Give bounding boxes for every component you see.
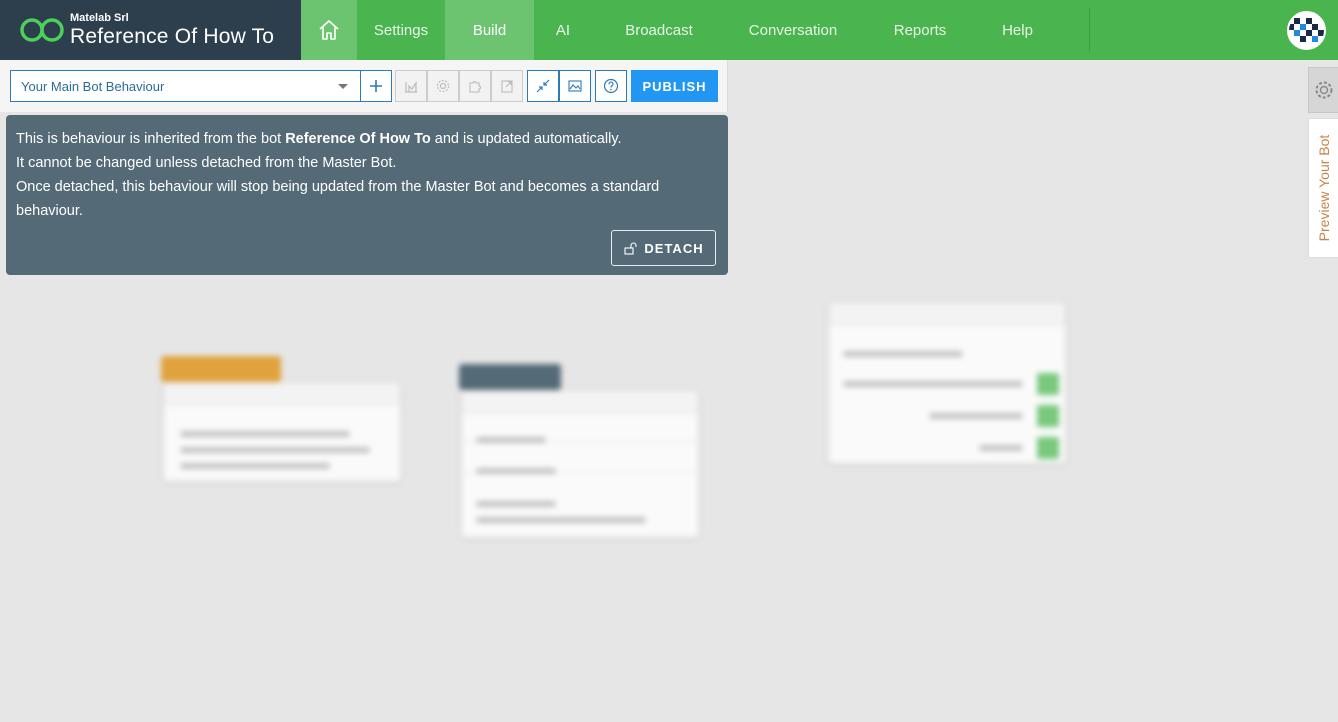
- node-text-line: [843, 351, 963, 357]
- nav-reports[interactable]: Reports: [860, 0, 980, 60]
- chevron-down-icon: [338, 84, 348, 89]
- flow-node-start[interactable]: [461, 390, 699, 538]
- notice-line-1: This is behaviour is inherited from the …: [16, 127, 718, 151]
- node-quick-reply-button[interactable]: [1037, 437, 1059, 459]
- main-nav: Settings Build AI Broadcast Conversation…: [301, 0, 1055, 60]
- brand-company: Matelab Srl: [70, 12, 129, 24]
- preview-your-bot-tab[interactable]: Preview Your Bot: [1308, 118, 1338, 258]
- export-icon: [501, 80, 513, 93]
- flow-node-interaction[interactable]: [828, 302, 1066, 464]
- unlock-icon: [624, 241, 637, 255]
- node-text-line: [843, 381, 1023, 387]
- node-text-line: [476, 468, 556, 474]
- stats-button[interactable]: [395, 70, 427, 102]
- nav-conversation[interactable]: Conversation: [726, 0, 860, 60]
- node-header: [829, 303, 1065, 325]
- notice-line-1-prefix: This is behaviour is inherited from the …: [16, 131, 286, 147]
- node-text-line: [180, 431, 350, 437]
- user-avatar[interactable]: [1287, 11, 1326, 50]
- notice-line-1-suffix: and is updated automatically.: [430, 131, 622, 147]
- checkered-avatar-icon: [1289, 13, 1324, 48]
- nav-ai[interactable]: AI: [534, 0, 592, 60]
- preview-tab-label: Preview Your Bot: [1315, 134, 1332, 242]
- node-tag-dark: [459, 364, 561, 390]
- detach-button[interactable]: DETACH: [611, 230, 716, 266]
- image-view-button[interactable]: [559, 70, 591, 102]
- node-text-line: [476, 501, 556, 507]
- behaviour-select-value: Your Main Bot Behaviour: [21, 78, 165, 94]
- nav-settings[interactable]: Settings: [357, 0, 445, 60]
- nav-build[interactable]: Build: [445, 0, 534, 60]
- detach-label: DETACH: [644, 240, 704, 256]
- notice-line-2: It cannot be changed unless detached fro…: [16, 155, 397, 171]
- nav-help[interactable]: Help: [980, 0, 1055, 60]
- brand-area[interactable]: Matelab Srl Reference Of How To: [0, 0, 301, 60]
- collapse-button[interactable]: [527, 70, 559, 102]
- add-behaviour-button[interactable]: [360, 70, 392, 102]
- node-quick-reply-button[interactable]: [1037, 373, 1059, 395]
- image-icon: [568, 80, 582, 92]
- behaviour-toolbar: Your Main Bot Behaviour PUBLISH: [0, 60, 728, 112]
- export-button[interactable]: [491, 70, 523, 102]
- nav-divider: [1089, 8, 1090, 52]
- nav-broadcast[interactable]: Broadcast: [592, 0, 726, 60]
- node-quick-reply-button[interactable]: [1037, 405, 1059, 427]
- publish-button[interactable]: PUBLISH: [631, 70, 718, 102]
- settings-button[interactable]: [427, 70, 459, 102]
- help-button[interactable]: [595, 70, 627, 102]
- puzzle-icon: [469, 81, 481, 93]
- chart-icon: [405, 81, 417, 93]
- node-text-line: [979, 445, 1023, 451]
- nav-home-button[interactable]: [301, 0, 357, 60]
- notice-master-bot-name: Reference Of How To: [285, 131, 431, 147]
- node-text-line: [929, 413, 1023, 419]
- node-text-line: [180, 447, 370, 453]
- behaviour-select[interactable]: Your Main Bot Behaviour: [10, 70, 361, 102]
- infinity-logo-icon: [20, 18, 64, 42]
- node-header: [164, 383, 400, 405]
- inherited-behaviour-notice: This is behaviour is inherited from the …: [6, 115, 728, 275]
- gear-icon: [436, 79, 450, 93]
- notice-line-3: Once detached, this behaviour will stop …: [16, 179, 660, 219]
- gear-icon: [1315, 81, 1332, 99]
- node-text-line: [476, 517, 646, 523]
- top-navigation-bar: Matelab Srl Reference Of How To Settings…: [0, 0, 1338, 60]
- flow-node-fallback[interactable]: [163, 382, 401, 482]
- behaviour-flow-canvas[interactable]: [0, 280, 1300, 722]
- question-circle-icon: [603, 78, 619, 94]
- side-settings-tab[interactable]: [1308, 67, 1338, 113]
- node-tag-orange: [161, 356, 281, 382]
- plugin-button[interactable]: [459, 70, 491, 102]
- node-text-line: [180, 463, 330, 469]
- node-header: [462, 391, 698, 413]
- node-text-line: [476, 437, 546, 443]
- compress-arrows-icon: [536, 79, 550, 93]
- brand-bot-name: Reference Of How To: [70, 25, 275, 48]
- plus-icon: [370, 80, 382, 92]
- brand-text: Matelab Srl Reference Of How To: [70, 12, 275, 48]
- home-icon: [319, 20, 339, 40]
